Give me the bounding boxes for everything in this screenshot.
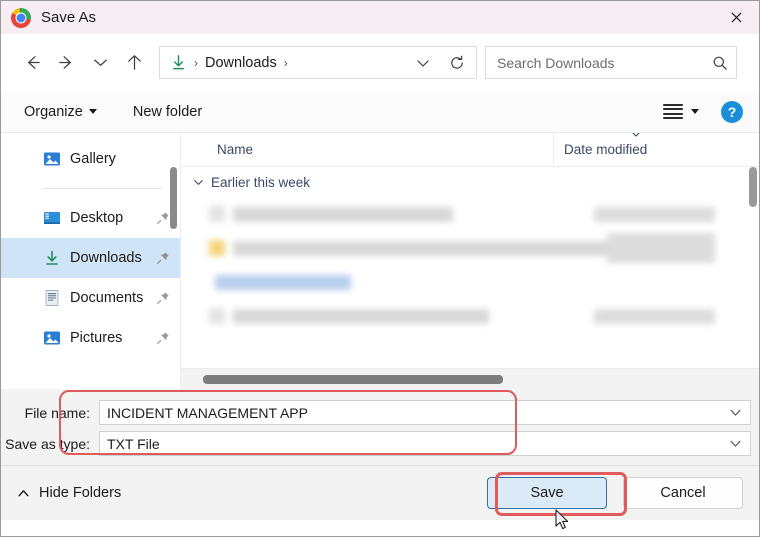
navigation-sidebar: Gallery Desktop Downloads Documents Pict… <box>1 133 181 389</box>
group-header-earlier-this-week[interactable]: Earlier this week <box>181 167 759 197</box>
new-folder-button[interactable]: New folder <box>126 99 209 125</box>
organize-label: Organize <box>24 103 83 120</box>
file-name-row: File name: INCIDENT MANAGEMENT APP <box>1 397 759 428</box>
caret-down-icon <box>88 109 97 114</box>
command-bar: Organize New folder ? <box>1 91 759 133</box>
chevron-up-icon <box>18 489 29 496</box>
table-row[interactable]: ██████ ███ ████ ███ █ ████ ██ ██ ████ ██… <box>181 197 759 231</box>
hide-folders-button[interactable]: Hide Folders <box>17 485 121 501</box>
view-options-caret-down-icon[interactable] <box>691 109 699 114</box>
file-name-label: File name: <box>24 404 90 421</box>
file-name-input[interactable]: INCIDENT MANAGEMENT APP <box>99 400 751 425</box>
title-bar: Save As <box>1 1 759 34</box>
chevron-down-icon[interactable] <box>729 437 742 450</box>
cancel-button[interactable]: Cancel <box>623 477 743 509</box>
folder-icon <box>209 240 225 256</box>
sidebar-item-gallery[interactable]: Gallery <box>1 139 180 179</box>
save-as-type-value: TXT File <box>107 435 160 452</box>
search-icon[interactable] <box>712 55 728 71</box>
help-button[interactable]: ? <box>721 100 743 123</box>
sidebar-item-label: Documents <box>70 290 144 306</box>
file-date: ██ ██ ████ ████ <box>607 233 715 263</box>
sidebar-item-downloads[interactable]: Downloads <box>1 238 180 278</box>
document-icon <box>209 308 225 324</box>
pin-icon[interactable] <box>156 251 170 265</box>
address-bar[interactable]: › Downloads › <box>159 46 477 79</box>
column-header-name[interactable]: Name <box>181 142 553 157</box>
file-list-scrollbar-thumb[interactable] <box>749 167 757 207</box>
save-as-dialog: Save As › Downloads › Search Downloads O… <box>0 0 760 537</box>
save-as-type-row: Save as type: TXT File <box>1 428 759 459</box>
downloads-arrow-icon <box>173 55 184 70</box>
file-date: ██ ██ ████ ████ <box>593 206 715 222</box>
list-view-icon[interactable] <box>663 103 683 120</box>
document-icon <box>209 206 225 222</box>
recent-locations-chevron-down-icon[interactable] <box>83 46 117 80</box>
breadcrumb-separator-1: › <box>194 55 198 70</box>
sidebar-divider <box>43 188 162 189</box>
refresh-icon[interactable] <box>440 47 474 78</box>
file-name: ███████ ███████████ ████████ <box>233 308 490 324</box>
gallery-icon <box>44 152 60 166</box>
file-list-scrollbar[interactable] <box>749 167 757 361</box>
file-name: ██ ████ ████ ███ <box>215 274 351 290</box>
window-title: Save As <box>41 9 97 26</box>
downloads-icon <box>46 250 58 265</box>
chrome-logo-icon <box>11 7 31 28</box>
pictures-icon <box>44 331 60 345</box>
address-dropdown-chevron-down-icon[interactable] <box>406 47 440 78</box>
column-header-date-modified[interactable]: Date modified <box>553 133 759 166</box>
horizontal-scrollbar-thumb[interactable] <box>203 375 503 384</box>
breadcrumb-separator-2: › <box>283 55 288 70</box>
save-form: File name: INCIDENT MANAGEMENT APP Save … <box>1 389 759 465</box>
table-row[interactable]: ██ ████ ████ ███ <box>181 265 759 299</box>
search-box[interactable] <box>485 46 737 79</box>
horizontal-scrollbar[interactable] <box>181 368 759 389</box>
organize-button[interactable]: Organize <box>17 99 104 125</box>
table-row[interactable]: ███████ ███████████ ████████ ██ ██ ████ … <box>181 299 759 333</box>
chevron-down-icon[interactable] <box>193 177 204 188</box>
link-icon <box>191 274 207 290</box>
sidebar-item-label: Desktop <box>70 210 124 226</box>
save-as-type-select[interactable]: TXT File <box>99 431 751 456</box>
sidebar-scrollbar-thumb[interactable] <box>170 167 177 229</box>
sidebar-item-pictures[interactable]: Pictures <box>1 318 180 358</box>
file-name-value: INCIDENT MANAGEMENT APP <box>107 404 308 421</box>
documents-icon <box>45 290 59 306</box>
file-name: ███████ ████ ████ ███ █ ████ █████ █████… <box>233 240 608 256</box>
file-rows: ██████ ███ ████ ███ █ ████ ██ ██ ████ ██… <box>181 197 759 368</box>
table-row[interactable]: ███████ ████ ████ ███ █ ████ █████ █████… <box>181 231 759 265</box>
sidebar-item-label: Gallery <box>70 151 116 167</box>
sidebar-item-label: Pictures <box>70 330 123 346</box>
column-header-date-label: Date modified <box>564 142 648 157</box>
back-arrow-icon[interactable] <box>15 46 49 80</box>
sidebar-item-documents[interactable]: Documents <box>1 278 180 318</box>
forward-arrow-icon[interactable] <box>49 46 83 80</box>
sidebar-scrollbar[interactable] <box>170 139 177 383</box>
chevron-down-icon[interactable] <box>729 406 742 419</box>
file-name: ██████ ███ ████ ███ █ ████ <box>233 206 453 222</box>
group-header-label: Earlier this week <box>211 174 311 190</box>
sort-chevron-down-icon <box>632 133 640 137</box>
new-folder-label: New folder <box>132 103 203 120</box>
pin-icon[interactable] <box>156 211 170 225</box>
breadcrumb-downloads[interactable]: Downloads <box>205 55 277 71</box>
pin-icon[interactable] <box>156 291 170 305</box>
save-as-type-label: Save as type: <box>5 435 90 452</box>
up-arrow-icon[interactable] <box>117 46 151 80</box>
sidebar-item-desktop[interactable]: Desktop <box>1 198 180 238</box>
hide-folders-label: Hide Folders <box>39 485 122 501</box>
pin-icon[interactable] <box>156 331 170 345</box>
file-list-pane: Name Date modified Earlier this week ███ <box>181 133 759 389</box>
dialog-footer: Hide Folders Save Cancel <box>1 465 759 520</box>
desktop-icon <box>44 212 60 224</box>
close-icon[interactable] <box>713 1 759 34</box>
save-button[interactable]: Save <box>487 477 607 509</box>
file-date: ██ ██ ████ ████ <box>593 308 715 324</box>
navigation-bar: › Downloads › <box>1 34 759 91</box>
sidebar-item-label: Downloads <box>70 250 142 266</box>
search-input[interactable] <box>497 54 712 71</box>
dialog-body: Gallery Desktop Downloads Documents Pict… <box>1 133 759 389</box>
column-headers: Name Date modified <box>181 133 759 167</box>
